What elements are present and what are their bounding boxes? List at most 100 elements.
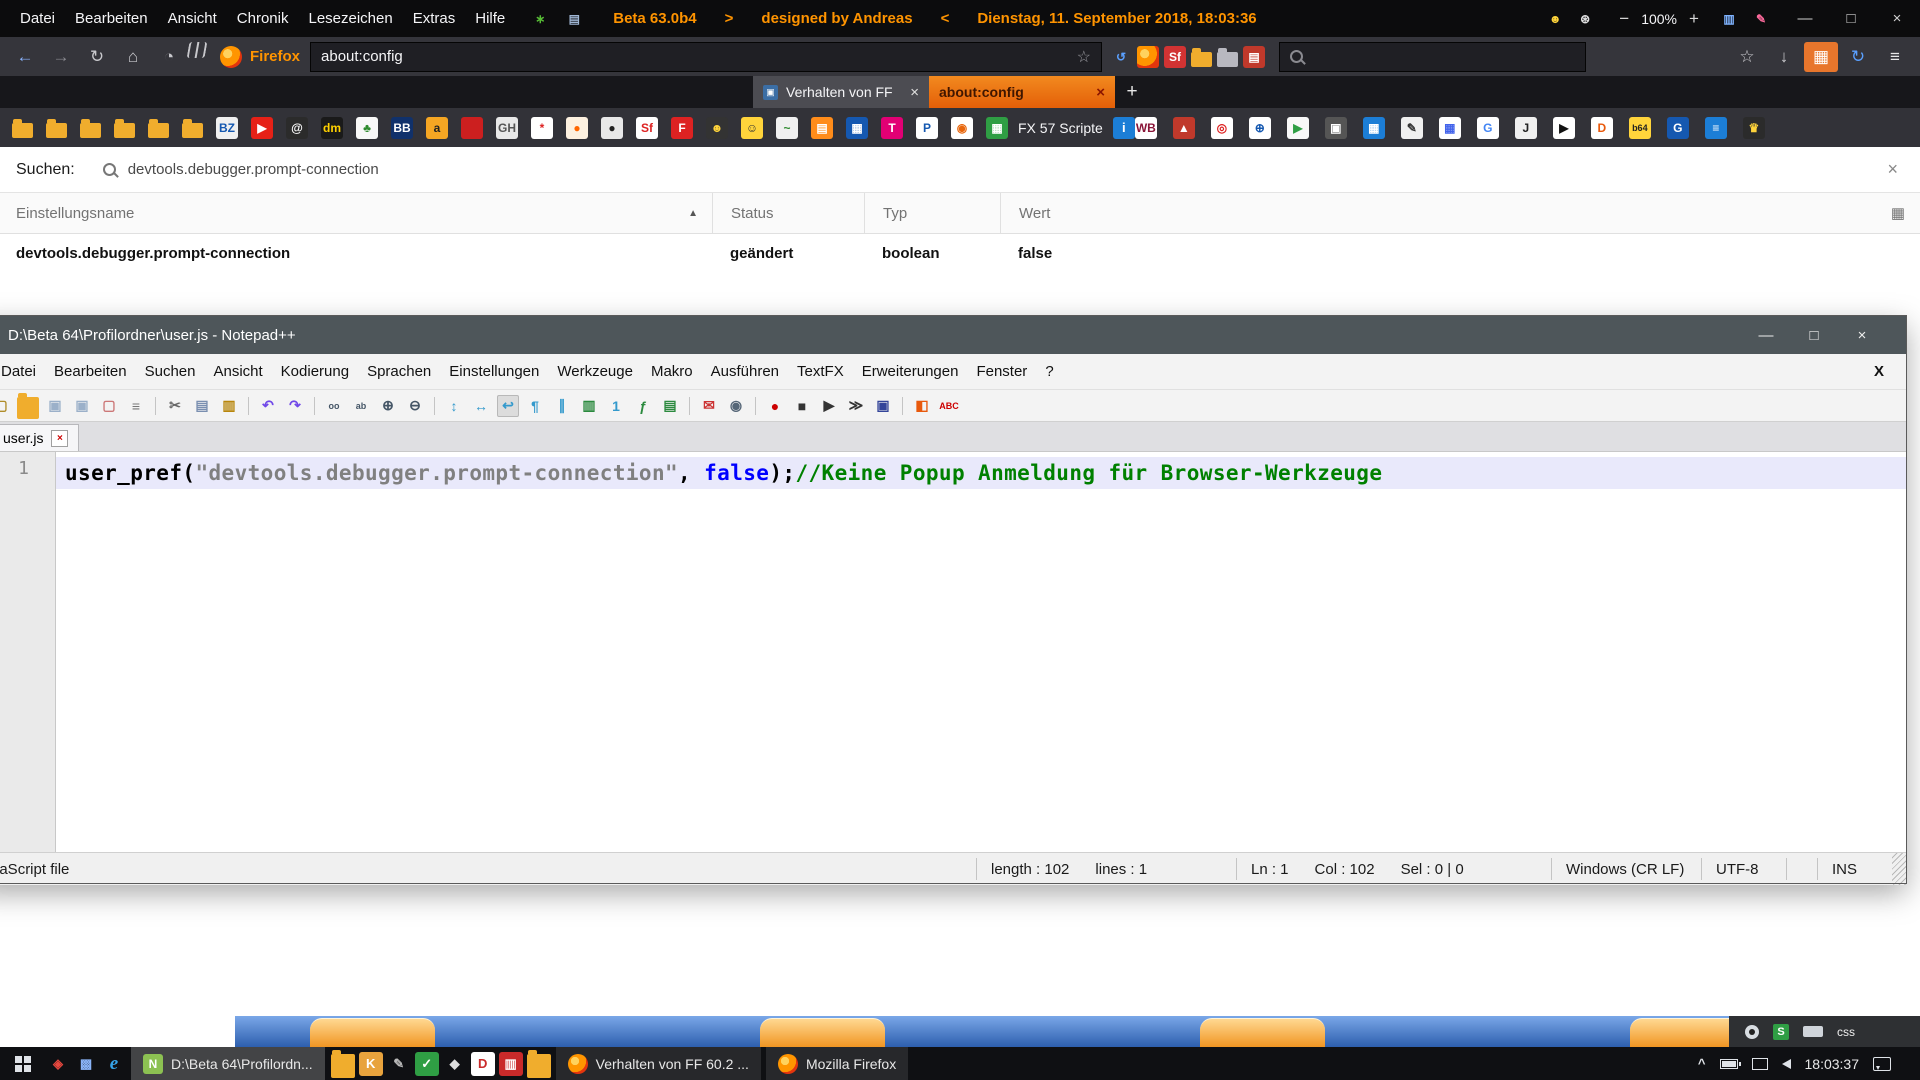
doc-map-icon[interactable]: ▥ xyxy=(578,395,600,417)
list-num-icon[interactable]: 1 xyxy=(605,395,627,417)
column-header-status[interactable]: Status xyxy=(712,193,864,233)
bm-wb[interactable]: WB xyxy=(1135,117,1157,139)
menubar-item[interactable]: Chronik xyxy=(227,10,299,27)
bm-at[interactable]: @ xyxy=(286,117,308,139)
url-bar[interactable]: about:config ☆ xyxy=(310,42,1102,72)
bm-plant[interactable]: ♣ xyxy=(356,117,378,139)
clock[interactable]: 18:03:37 xyxy=(1805,1056,1860,1072)
bm-g2[interactable]: G xyxy=(1667,117,1689,139)
notepad-menu-item[interactable]: Bearbeiten xyxy=(45,363,136,380)
column-picker-icon[interactable]: ▦ xyxy=(1876,193,1920,233)
paste-icon[interactable]: ▥ xyxy=(218,395,240,417)
bm-g[interactable]: G xyxy=(1477,117,1499,139)
status-encoding[interactable]: UTF-8 xyxy=(1701,858,1786,880)
bookmark-folder[interactable] xyxy=(114,123,135,138)
copy-icon[interactable]: ▤ xyxy=(191,395,213,417)
cut-icon[interactable]: ✂ xyxy=(164,395,186,417)
open-icon[interactable] xyxy=(17,397,39,419)
column-label[interactable]: Einstellungsname xyxy=(16,205,134,222)
column-label[interactable]: Status xyxy=(731,205,774,222)
bm-dm[interactable]: dm xyxy=(321,117,343,139)
bm-smiley[interactable]: ☺ xyxy=(741,117,763,139)
home-icon[interactable]: ⌂ xyxy=(116,42,150,72)
bm-people[interactable]: ▲ xyxy=(1173,117,1195,139)
notepad-menu-item[interactable]: Fenster xyxy=(967,363,1036,380)
notes-icon[interactable]: ▤ xyxy=(1243,46,1265,68)
notepad-menu-item[interactable]: ? xyxy=(1036,363,1062,380)
toolbar-separator[interactable] xyxy=(314,397,315,415)
display-icon[interactable] xyxy=(1752,1058,1768,1070)
bm-abz[interactable]: a xyxy=(426,117,448,139)
d-app-icon[interactable]: D xyxy=(471,1052,495,1076)
taskbar-button-label[interactable]: Mozilla Firefox xyxy=(806,1056,896,1072)
notepad-menu-item[interactable]: Kodierung xyxy=(272,363,358,380)
bookmark-folder[interactable] xyxy=(80,123,101,138)
bm-grid[interactable]: ▦ xyxy=(1439,117,1461,139)
function-list-icon[interactable]: ƒ xyxy=(632,395,654,417)
pinned-app-icon[interactable]: ◈ xyxy=(46,1052,70,1076)
start-button[interactable] xyxy=(0,1047,46,1080)
bookmark-folder[interactable] xyxy=(148,123,169,138)
toolbar-separator[interactable] xyxy=(902,397,903,415)
pref-value[interactable]: false xyxy=(1000,245,1920,262)
bm-smiley-dark[interactable]: ☻ xyxy=(706,117,728,139)
play-macro-icon[interactable]: ▶ xyxy=(818,395,840,417)
back-icon[interactable]: ← xyxy=(8,42,42,72)
notepad-menu-item[interactable]: Werkzeuge xyxy=(548,363,642,380)
tab-close-icon[interactable]: × xyxy=(1096,84,1105,101)
bm-sf[interactable]: Sf xyxy=(636,117,658,139)
bm-globe[interactable]: ⊕ xyxy=(1249,117,1271,139)
bm-orange-dot[interactable]: ● xyxy=(566,117,588,139)
tab-about-config[interactable]: about:config × xyxy=(929,76,1115,108)
bm-j[interactable]: J xyxy=(1515,117,1537,139)
folder-gray-icon[interactable] xyxy=(1217,52,1238,67)
info-icon[interactable]: i xyxy=(1113,117,1135,139)
sf-icon[interactable]: Sf xyxy=(1164,46,1186,68)
menubar-item[interactable]: Datei xyxy=(10,10,65,27)
bm-target[interactable]: ◎ xyxy=(1211,117,1233,139)
stop-macro-icon[interactable]: ■ xyxy=(791,395,813,417)
spellcheck-icon[interactable]: ABC xyxy=(938,395,960,417)
fx-scripts-table-icon[interactable]: ▦ xyxy=(986,117,1008,139)
search-bar[interactable] xyxy=(1279,42,1586,72)
bm-table-blue[interactable]: ▦ xyxy=(1363,117,1385,139)
clear-search-icon[interactable]: × xyxy=(1887,159,1904,180)
replace-icon[interactable]: ab xyxy=(350,395,372,417)
notepad-doc-close-icon[interactable]: X xyxy=(1874,363,1906,380)
url-value[interactable]: about:config xyxy=(321,48,403,65)
forward-icon[interactable]: → xyxy=(44,42,78,72)
save-macro-icon[interactable]: ▣ xyxy=(872,395,894,417)
gear-icon[interactable]: ⊛ xyxy=(1574,8,1596,30)
feather-icon[interactable]: ✎ xyxy=(1750,8,1772,30)
bm-tv[interactable]: ▤ xyxy=(811,117,833,139)
folder-yellow-icon[interactable] xyxy=(1191,52,1212,67)
record-macro-icon[interactable]: ● xyxy=(764,395,786,417)
status-insert-mode[interactable]: INS xyxy=(1817,858,1892,880)
resize-grip[interactable] xyxy=(1892,853,1906,885)
fox-icon[interactable] xyxy=(1137,46,1159,68)
bm-list[interactable]: ≡ xyxy=(1705,117,1727,139)
s-badge-icon[interactable]: S xyxy=(1773,1024,1789,1040)
print-icon[interactable]: ≡ xyxy=(125,395,147,417)
explorer-folder-icon[interactable] xyxy=(331,1054,355,1078)
history-icon[interactable]: ◔ xyxy=(152,42,186,72)
code-line-1[interactable]: user_pref("devtools.debugger.prompt-conn… xyxy=(56,457,1906,489)
bookmark-folder[interactable] xyxy=(46,123,67,138)
notepad-menu-item[interactable]: Ausführen xyxy=(702,363,788,380)
notepad-menu-item[interactable]: Makro xyxy=(642,363,702,380)
bm-b64[interactable]: b64 xyxy=(1629,117,1651,139)
addon-orange-icon[interactable]: ▦ xyxy=(1804,42,1838,72)
notepad-menu-item[interactable]: Erweiterungen xyxy=(853,363,968,380)
menubar-item[interactable]: Lesezeichen xyxy=(298,10,402,27)
taskbar-button-label[interactable]: Verhalten von FF 60.2 ... xyxy=(596,1056,749,1072)
bm-wave[interactable]: ~ xyxy=(776,117,798,139)
notepad-tab-userjs[interactable]: user.js × xyxy=(0,424,79,451)
tiles-icon[interactable]: ▥ xyxy=(1718,8,1740,30)
status-eol-format[interactable]: Windows (CR LF) xyxy=(1551,858,1701,880)
undo-icon[interactable]: ↶ xyxy=(257,395,279,417)
sync-h-icon[interactable]: ↔ xyxy=(470,395,492,417)
notepad-menu-item[interactable]: Ansicht xyxy=(204,363,271,380)
notepad-menu-item[interactable]: TextFX xyxy=(788,363,853,380)
bm-blue-grid[interactable]: ▦ xyxy=(846,117,868,139)
menubar-item[interactable]: Extras xyxy=(403,10,466,27)
